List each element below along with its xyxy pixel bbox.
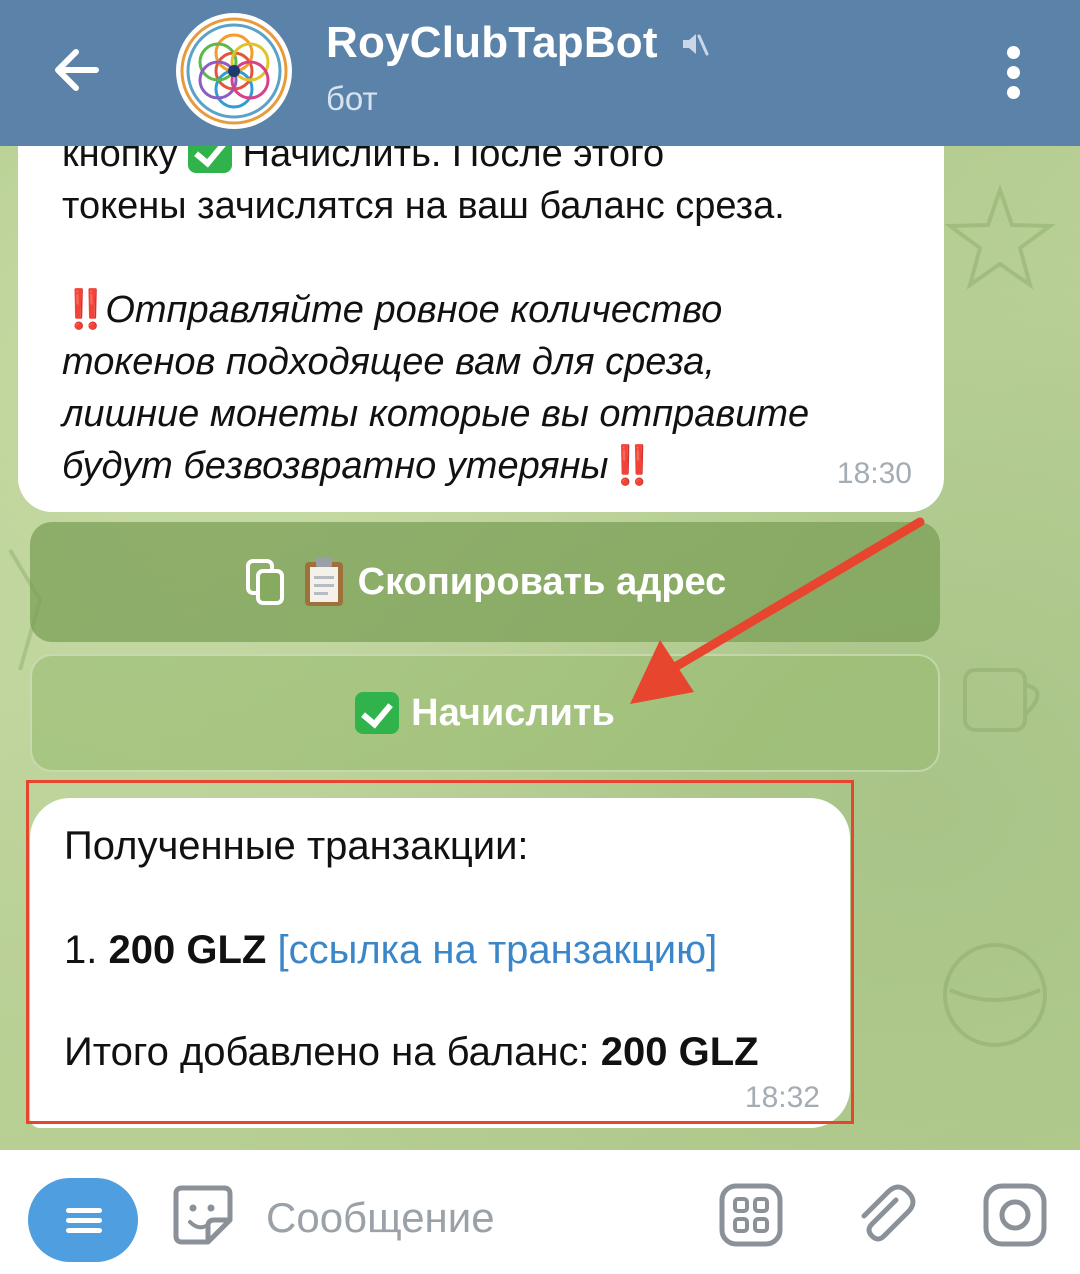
message-line: токены зачислятся на ваш баланс среза.: [62, 185, 785, 227]
speaker-muted-icon: [683, 34, 709, 56]
warning-line: токенов подходящее вам для среза,: [62, 341, 715, 383]
bot-menu-icon[interactable]: [28, 1178, 138, 1262]
arrow-left-icon[interactable]: [40, 32, 120, 112]
doodle-ball-icon: [943, 943, 1047, 1047]
message-input-bar: [0, 1150, 1080, 1274]
chat-title[interactable]: RoyClubTapBot: [326, 18, 658, 68]
warning-text: будут безвозвратно утеряны: [62, 445, 609, 487]
paperclip-icon[interactable]: [850, 1180, 920, 1250]
bot-avatar[interactable]: [176, 13, 292, 129]
warning-line: лишние монеты которые вы отправите: [62, 393, 810, 435]
sticker-icon[interactable]: [168, 1180, 238, 1250]
clipboard-emoji-icon: [304, 558, 343, 606]
warning-line: ‼️Отправляйте ровное количество: [62, 284, 904, 336]
warning-text: Отправляйте ровное количество: [105, 289, 723, 331]
bot-commands-icon[interactable]: [716, 1180, 786, 1250]
chat-header: RoyClubTapBot бот: [0, 0, 1080, 146]
check-mark-emoji-icon: [355, 692, 400, 734]
message-input[interactable]: [266, 1186, 686, 1250]
warning-line: будут безвозвратно утеряны‼️: [62, 440, 904, 492]
more-vertical-icon[interactable]: [990, 40, 1038, 104]
chat-subtitle: бот: [326, 80, 378, 117]
doodle-cup-icon: [963, 668, 1040, 732]
message-time: 18:30: [836, 457, 912, 490]
camera-icon[interactable]: [980, 1180, 1050, 1250]
bot-message-instructions: кнопку Начислить. После этого токены зач…: [18, 120, 944, 512]
double-exclamation-emoji-icon: ‼️: [608, 445, 655, 487]
annotation-arrow-icon: [630, 517, 925, 704]
doodle-star-icon: [944, 183, 1056, 290]
annotation-highlight-frame: [26, 780, 854, 1124]
double-exclamation-emoji-icon: ‼️: [62, 289, 109, 331]
flower-of-life-logo: [178, 15, 290, 127]
copy-icon: [245, 559, 284, 605]
